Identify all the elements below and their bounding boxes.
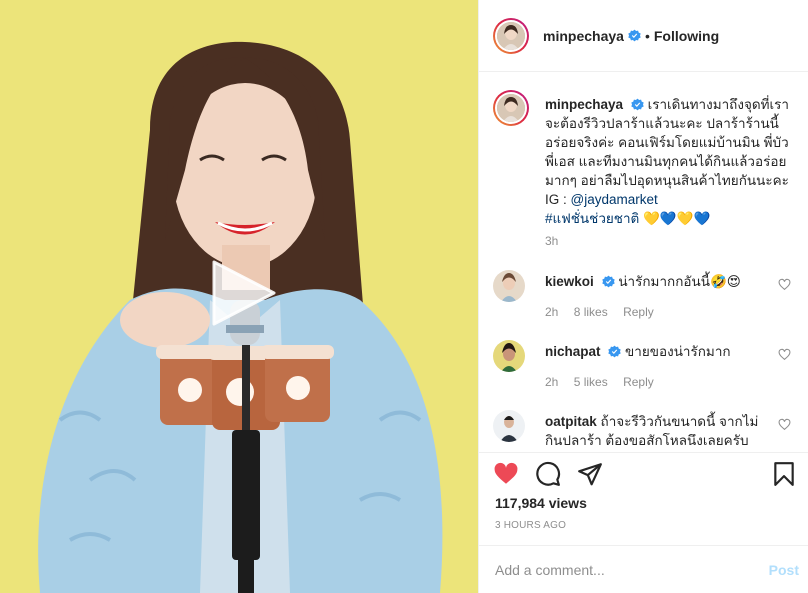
post-timestamp[interactable]: 3 HOURS AGO [495, 520, 566, 531]
comment-text: oatpitak ถ้าจะรีวิวกันขนาดนี้ จากไม่กินป… [545, 412, 765, 450]
verified-badge-icon [608, 345, 621, 358]
comment-likes[interactable]: 5 likes [574, 375, 608, 389]
share-icon[interactable] [577, 461, 603, 487]
commenter-avatar[interactable] [493, 270, 525, 302]
caption-mention-link[interactable]: @jaydamarket [571, 192, 658, 207]
comment-likes[interactable]: 8 likes [574, 305, 608, 319]
verified-badge-icon [628, 29, 641, 42]
comment-text: nichapat ขายของน่ารักมาก [545, 342, 765, 361]
caption-hashtag-link[interactable]: #แฟชั่นช่วยชาติ [545, 211, 639, 226]
comment-input[interactable] [495, 558, 745, 582]
comment-meta: 2h 8 likes Reply [545, 305, 666, 319]
caption-text: minpechaya เราเดินทางมาถึงจุดที่เราจะต้อ… [545, 95, 801, 228]
view-count[interactable]: 117,984 views [495, 495, 587, 511]
caption-emoji: 💛💙💛💙 [643, 211, 711, 226]
comment-body: ขายของน่ารักมาก [625, 344, 731, 359]
caption-avatar[interactable] [493, 90, 529, 126]
post-video[interactable] [0, 0, 478, 593]
caption-username[interactable]: minpechaya [545, 97, 623, 112]
comment-time[interactable]: 2h [545, 375, 558, 389]
reply-button[interactable]: Reply [623, 375, 654, 389]
comment-meta: 2h 5 likes Reply [545, 375, 666, 389]
author-username[interactable]: minpechaya [543, 28, 624, 44]
caption-timestamp[interactable]: 3h [545, 234, 558, 248]
comment-time[interactable]: 2h [545, 305, 558, 319]
like-comment-heart-icon[interactable] [778, 418, 791, 431]
action-buttons [493, 461, 603, 487]
like-comment-heart-icon[interactable] [778, 348, 791, 361]
comment-body: น่ารักมากกอันนี้🤣😍 [618, 274, 741, 289]
following-button[interactable]: Following [654, 28, 719, 44]
play-button[interactable] [200, 258, 280, 328]
commenter-username[interactable]: nichapat [545, 344, 601, 359]
comments-list[interactable]: minpechaya เราเดินทางมาถึงจุดที่เราจะต้อ… [479, 72, 808, 452]
post-sidebar: minpechaya • Following minpechaya เราเดิ… [478, 0, 808, 593]
heart-icon[interactable] [493, 461, 519, 487]
post-header: minpechaya • Following [479, 0, 808, 72]
verified-badge-icon [631, 98, 644, 111]
avatar[interactable] [493, 17, 529, 54]
commenter-username[interactable]: kiewkoi [545, 274, 594, 289]
comment-text: kiewkoi น่ารักมากกอันนี้🤣😍 [545, 272, 765, 291]
post-actions: 117,984 views 3 HOURS AGO Post [479, 452, 808, 593]
like-comment-heart-icon[interactable] [778, 278, 791, 291]
commenter-avatar[interactable] [493, 410, 525, 442]
commenter-username[interactable]: oatpitak [545, 414, 597, 429]
play-icon [212, 260, 276, 326]
commenter-avatar[interactable] [493, 340, 525, 372]
post-comment-button[interactable]: Post [769, 562, 799, 578]
caption-body: เราเดินทางมาถึงจุดที่เราจะต้องรีวิวปลาร้… [545, 97, 789, 207]
verified-badge-icon [601, 275, 615, 288]
bookmark-icon[interactable] [771, 461, 797, 487]
separator-dot: • [644, 27, 650, 44]
comment-composer: Post [479, 545, 808, 593]
reply-button[interactable]: Reply [623, 305, 654, 319]
comment-icon[interactable] [535, 461, 561, 487]
